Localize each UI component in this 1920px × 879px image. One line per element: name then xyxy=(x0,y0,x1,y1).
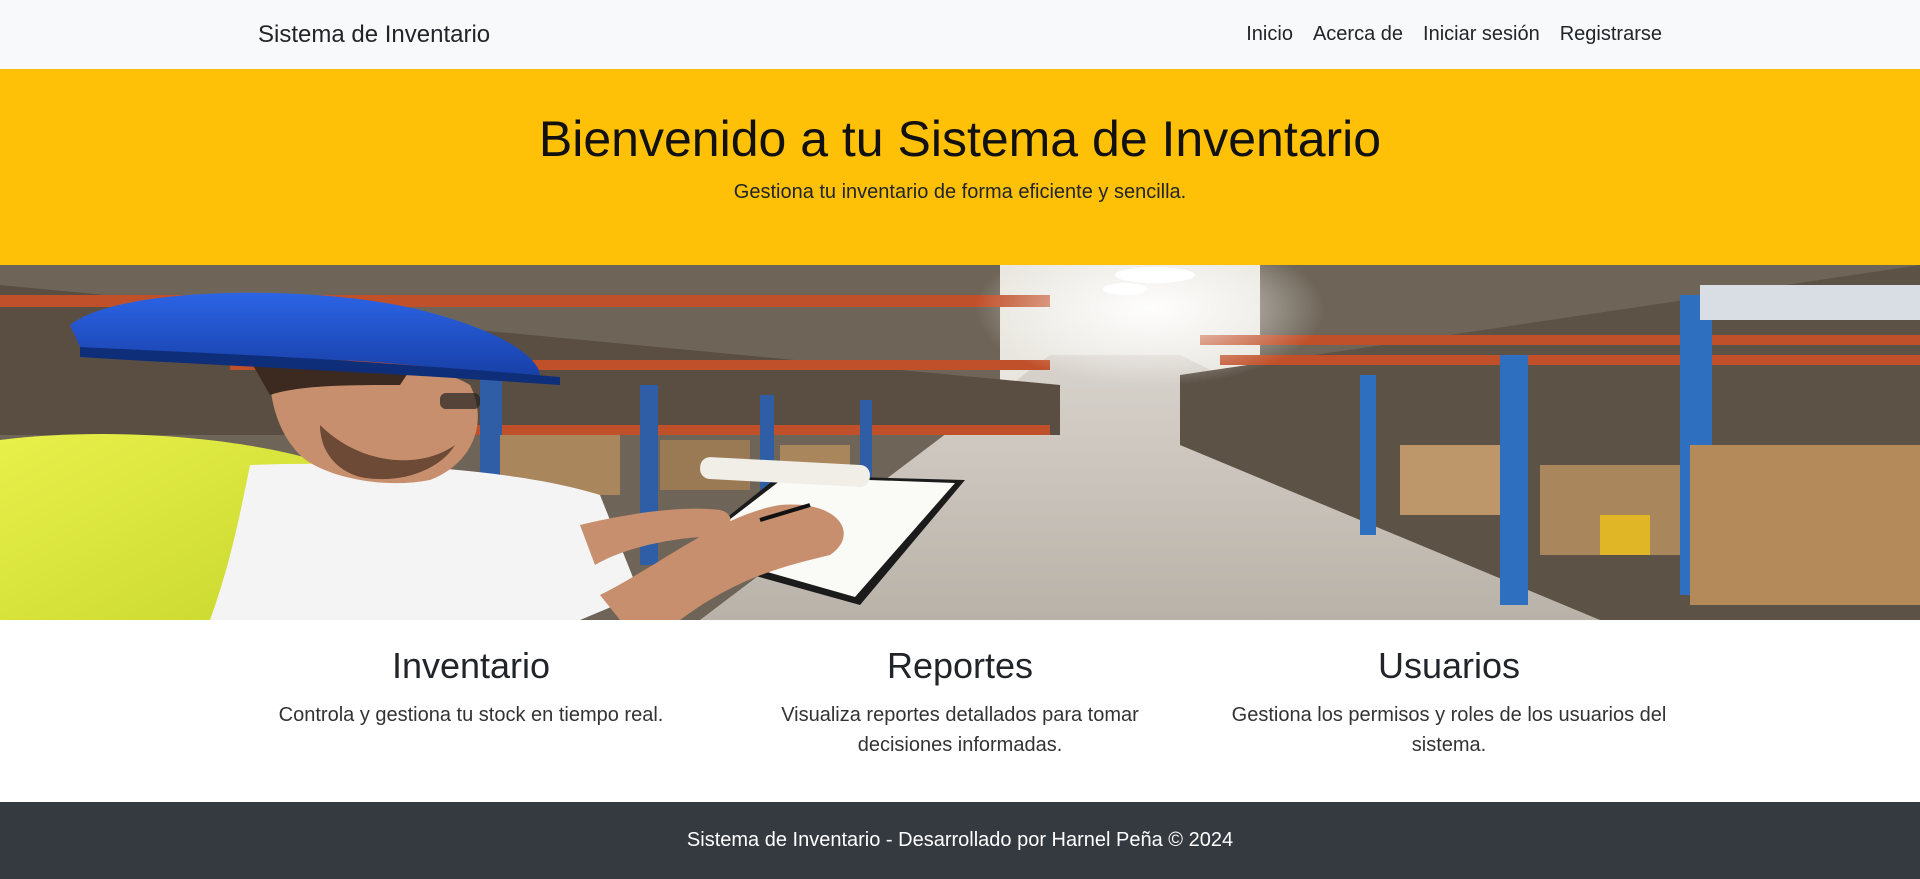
feature-inventario: Inventario Controla y gestiona tu stock … xyxy=(246,646,696,802)
features-row: Inventario Controla y gestiona tu stock … xyxy=(246,620,1674,802)
feature-title: Reportes xyxy=(886,645,1034,686)
hero-title: Bienvenido a tu Sistema de Inventario xyxy=(538,111,1382,167)
feature-text: Controla y gestiona tu stock en tiempo r… xyxy=(278,703,664,726)
nav-link-inicio[interactable]: Inicio xyxy=(1236,23,1303,46)
hero-section: Bienvenido a tu Sistema de Inventario Ge… xyxy=(0,69,1920,265)
nav-link-acerca-de[interactable]: Acerca de xyxy=(1303,23,1413,46)
feature-title: Usuarios xyxy=(1377,645,1521,686)
navbar-container: Sistema de Inventario Inicio Acerca de I… xyxy=(258,21,1662,49)
nav-links: Inicio Acerca de Iniciar sesión Registra… xyxy=(1236,23,1662,46)
navbar-brand[interactable]: Sistema de Inventario xyxy=(258,21,490,49)
banner-image xyxy=(0,265,1920,620)
navbar: Sistema de Inventario Inicio Acerca de I… xyxy=(0,0,1920,69)
hero-subtitle: Gestiona tu inventario de forma eficient… xyxy=(733,181,1187,203)
footer-text: Sistema de Inventario - Desarrollado por… xyxy=(686,829,1234,851)
feature-title: Inventario xyxy=(391,645,551,686)
nav-link-registrarse[interactable]: Registrarse xyxy=(1550,23,1662,46)
feature-text: Visualiza reportes detallados para tomar… xyxy=(781,703,1139,756)
features-section: Inventario Controla y gestiona tu stock … xyxy=(0,620,1920,802)
feature-usuarios: Usuarios Gestiona los permisos y roles d… xyxy=(1224,646,1674,802)
nav-link-iniciar-sesion[interactable]: Iniciar sesión xyxy=(1413,23,1550,46)
footer: Sistema de Inventario - Desarrollado por… xyxy=(0,802,1920,879)
feature-reportes: Reportes Visualiza reportes detallados p… xyxy=(735,646,1185,802)
feature-text: Gestiona los permisos y roles de los usu… xyxy=(1231,703,1667,756)
